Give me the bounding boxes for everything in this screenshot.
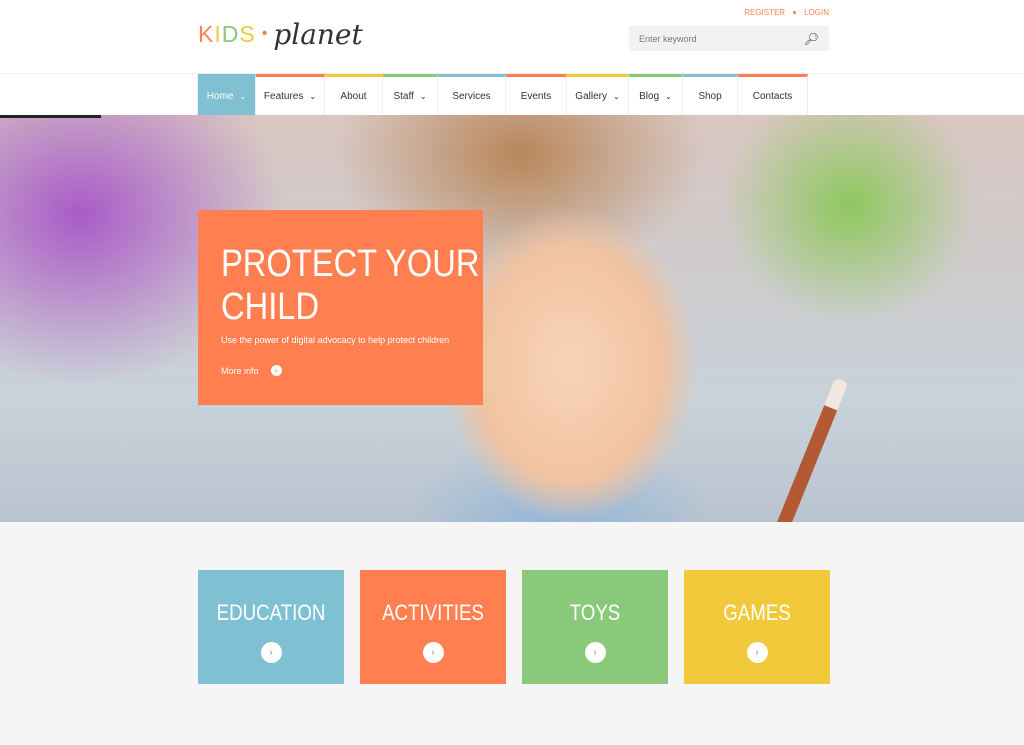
nav-item-services[interactable]: Services: [438, 74, 506, 116]
category-title: EDUCATION: [216, 600, 326, 625]
arrow-right-circle-icon: ›: [270, 365, 282, 376]
nav-item-about[interactable]: About: [325, 74, 383, 116]
login-link[interactable]: LOGIN: [804, 8, 829, 17]
nav-item-staff[interactable]: Staff ⌄: [383, 74, 438, 116]
nav-label: Staff: [393, 91, 414, 102]
chevron-down-icon: ⌄: [309, 92, 317, 101]
logo-kids: KIDS: [198, 21, 256, 48]
slider-progress: [0, 115, 101, 118]
arrow-right-circle-icon[interactable]: ›: [584, 642, 606, 663]
nav-label: Contacts: [752, 91, 793, 102]
nav-item-events[interactable]: Events: [506, 74, 567, 116]
logo-planet: planet: [273, 17, 363, 51]
search-bar: 🔎︎: [629, 26, 829, 51]
header: KIDS • planet REGISTER LOGIN 🔎︎: [0, 0, 1024, 73]
nav-item-blog[interactable]: Blog ⌄: [629, 74, 683, 116]
chevron-down-icon: ⌄: [665, 92, 672, 101]
search-input[interactable]: [639, 33, 804, 44]
chevron-down-icon: ⌄: [612, 92, 620, 101]
nav-label: Blog: [639, 91, 660, 102]
arrow-right-circle-icon[interactable]: ›: [260, 642, 282, 663]
nav-item-shop[interactable]: Shop: [683, 74, 738, 116]
logo-letter: S: [239, 20, 256, 47]
category-title: GAMES: [723, 600, 791, 625]
category-title: ACTIVITIES: [382, 600, 484, 625]
nav-label: Shop: [698, 91, 722, 102]
arrow-right-circle-icon[interactable]: ›: [746, 642, 768, 663]
hero-image-pencil: [741, 377, 849, 522]
nav-item-features[interactable]: Features ⌄: [256, 74, 325, 116]
separator-dot: [793, 11, 797, 14]
nav-label: About: [340, 91, 367, 102]
nav-label: Gallery: [575, 91, 607, 102]
hero-subtitle: Use the power of digital advocacy to hel…: [221, 335, 450, 345]
nav-item-gallery[interactable]: Gallery ⌄: [567, 74, 629, 116]
arrow-right-circle-icon[interactable]: ›: [422, 642, 444, 663]
nav-label: Services: [452, 91, 491, 102]
nav-label: Events: [520, 91, 552, 102]
nav-item-home[interactable]: Home ⌄: [198, 74, 256, 116]
more-info-link[interactable]: More info ›: [221, 365, 460, 376]
category-education[interactable]: EDUCATION ›: [198, 570, 344, 684]
nav-label: Features: [263, 91, 304, 102]
logo-dot: •: [261, 25, 268, 42]
search-icon[interactable]: 🔎︎: [804, 32, 819, 46]
category-toys[interactable]: TOYS ›: [522, 570, 668, 684]
nav-spacer: [0, 74, 198, 115]
category-games[interactable]: GAMES ›: [684, 570, 830, 684]
nav-item-contacts[interactable]: Contacts: [738, 74, 808, 116]
chevron-down-icon: ⌄: [419, 92, 427, 101]
account-links: REGISTER LOGIN: [744, 8, 829, 17]
logo-letter: I: [214, 20, 222, 47]
nav-label: Home: [206, 91, 234, 102]
hero-promo-box: PROTECT YOUR CHILD Use the power of digit…: [198, 210, 483, 405]
more-info-label: More info: [221, 365, 259, 376]
logo[interactable]: KIDS • planet: [198, 14, 363, 54]
logo-letter: K: [198, 20, 215, 47]
main-nav: Home ⌄ Features ⌄ About Staff ⌄ Services Events G…: [0, 73, 1024, 116]
category-title: TOYS: [569, 600, 621, 625]
category-activities[interactable]: ACTIVITIES ›: [360, 570, 506, 684]
chevron-down-icon: ⌄: [239, 92, 247, 101]
hero-title: PROTECT YOUR CHILD: [221, 243, 480, 328]
register-link[interactable]: REGISTER: [744, 8, 785, 17]
hero-banner: [0, 115, 1024, 522]
logo-letter: D: [221, 20, 240, 47]
